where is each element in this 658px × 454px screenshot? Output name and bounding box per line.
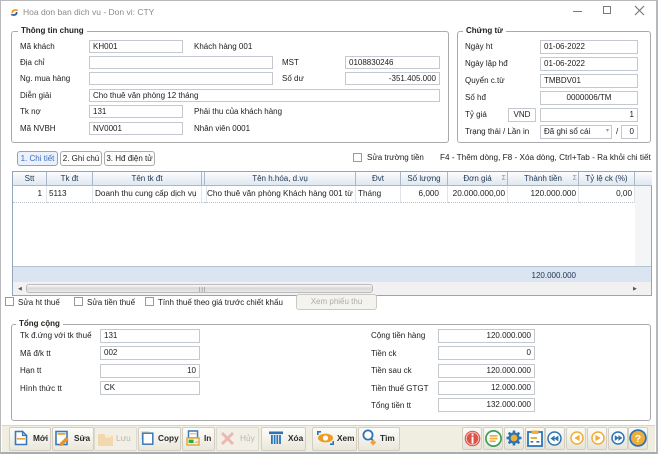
svg-text:?: ? [635,433,641,445]
